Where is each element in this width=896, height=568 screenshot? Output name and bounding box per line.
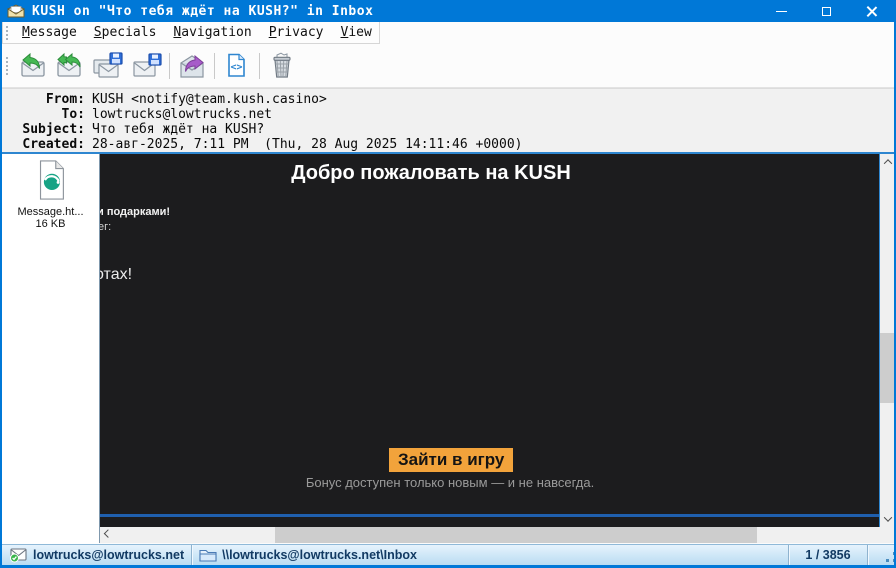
toolbar-drag-handle[interactable] [6,25,8,40]
resize-grip-icon [886,559,889,562]
scroll-left-button[interactable] [100,527,116,543]
message-headers: From: KUSH <notify@team.kush.casino> To:… [2,88,894,152]
copy-message-icon [93,52,123,78]
header-created: Created: 28-авг-2025, 7:11 PM (Thu, 28 A… [2,137,894,152]
html-attachment-icon [39,160,64,200]
reply-all-icon [57,52,81,77]
email-text-fragment: и подарками! [100,206,171,218]
status-account-segment: lowtrucks@lowtrucks.net [2,545,191,565]
header-to: To: lowtrucks@lowtrucks.net [2,107,894,122]
resize-grip[interactable] [868,545,894,565]
vertical-scroll-thumb[interactable] [880,333,894,403]
menu-privacy[interactable]: Privacy [269,25,324,40]
status-bar: lowtrucks@lowtrucks.net \\lowtrucks@lowt… [2,544,894,565]
delete-button[interactable] [266,50,298,82]
subject-value: Что тебя ждёт на KUSH? [92,122,265,137]
status-account: lowtrucks@lowtrucks.net [33,548,185,562]
mail-viewer-window: KUSH on "Что тебя ждёт на KUSH?" in Inbo… [0,0,896,568]
menu-bar-row: Message Specials Navigation Privacy View [2,22,894,44]
status-message-counter: 1 / 3856 [805,548,851,562]
status-folder-segment: \\lowtrucks@lowtrucks.net\Inbox [192,545,424,565]
toolbar-separator [259,53,260,79]
created-value: 28-авг-2025, 7:11 PM (Thu, 28 Aug 2025 1… [92,137,523,152]
play-cta-button[interactable]: Зайти в игру [389,448,514,472]
email-text-fragment: отах! [100,266,133,283]
icon-toolbar: <> [2,44,894,88]
attachment-size: 16 KB [35,218,66,230]
open-envelope-icon [7,4,25,18]
forward-icon [180,54,204,78]
status-folder-path: \\lowtrucks@lowtrucks.net\Inbox [222,548,417,562]
email-body: Добро пожаловать на KUSH и подарками! ег… [100,154,879,527]
maximize-icon [822,6,831,16]
toolbar-separator [214,53,215,79]
scrollbar-corner [880,527,894,543]
folder-icon [199,549,217,562]
svg-text:<>: <> [230,62,242,73]
scroll-down-button[interactable] [880,511,894,527]
move-to-folder-button[interactable] [131,50,163,82]
title-bar: KUSH on "Что тебя ждёт на KUSH?" in Inbo… [2,0,894,22]
to-value: lowtrucks@lowtrucks.net [92,107,273,122]
toolbar-drag-handle[interactable] [6,57,8,75]
chevron-up-icon [883,159,893,168]
header-from: From: KUSH <notify@team.kush.casino> [2,92,894,107]
email-text-fragment: ег: [100,221,112,233]
maximize-button[interactable] [804,0,849,22]
subject-label: Subject: [22,122,85,137]
trash-icon [273,52,291,78]
window-title: KUSH on "Что тебя ждёт на KUSH?" in Inbo… [32,3,374,19]
minimize-icon [776,10,787,12]
menu-message[interactable]: Message [22,25,77,40]
scroll-up-button[interactable] [880,154,894,170]
header-subject: Subject: Что тебя ждёт на KUSH? [2,122,894,137]
close-icon [866,6,877,17]
forward-button[interactable] [177,50,209,82]
attachment-filename: Message.ht... [17,206,84,218]
view-source-button[interactable]: <> [220,50,252,82]
email-divider-rule [100,514,879,517]
reply-all-button[interactable] [53,50,85,82]
minimize-button[interactable] [759,0,804,22]
copy-to-folder-button[interactable] [92,50,124,82]
close-button[interactable] [849,0,894,22]
toolbar-separator [169,53,170,79]
reply-button[interactable] [17,50,49,82]
menu-specials[interactable]: Specials [94,25,157,40]
attachment-panel: Message.ht... 16 KB [2,154,99,545]
to-label: To: [61,107,85,122]
menu-view[interactable]: View [341,25,372,40]
from-label: From: [45,92,85,107]
menu-toolbar: Message Specials Navigation Privacy View [2,22,380,44]
menu-navigation[interactable]: Navigation [173,25,251,40]
horizontal-scroll-thumb[interactable] [275,527,757,543]
email-heading: Добро пожаловать на KUSH [291,162,571,184]
chevron-left-icon [103,529,113,538]
mailbox-check-icon [10,548,27,563]
horizontal-scrollbar[interactable] [100,527,894,543]
bonus-note: Бонус доступен только новым — и не навсе… [305,475,595,490]
reply-icon [21,52,45,77]
chevron-down-icon [883,513,893,522]
vertical-scrollbar[interactable] [880,154,894,527]
created-label: Created: [22,137,85,152]
move-message-icon [133,53,162,77]
view-source-icon: <> [228,53,245,77]
attachment-item[interactable]: Message.ht... 16 KB [2,154,99,230]
from-value: KUSH <notify@team.kush.casino> [92,92,327,107]
